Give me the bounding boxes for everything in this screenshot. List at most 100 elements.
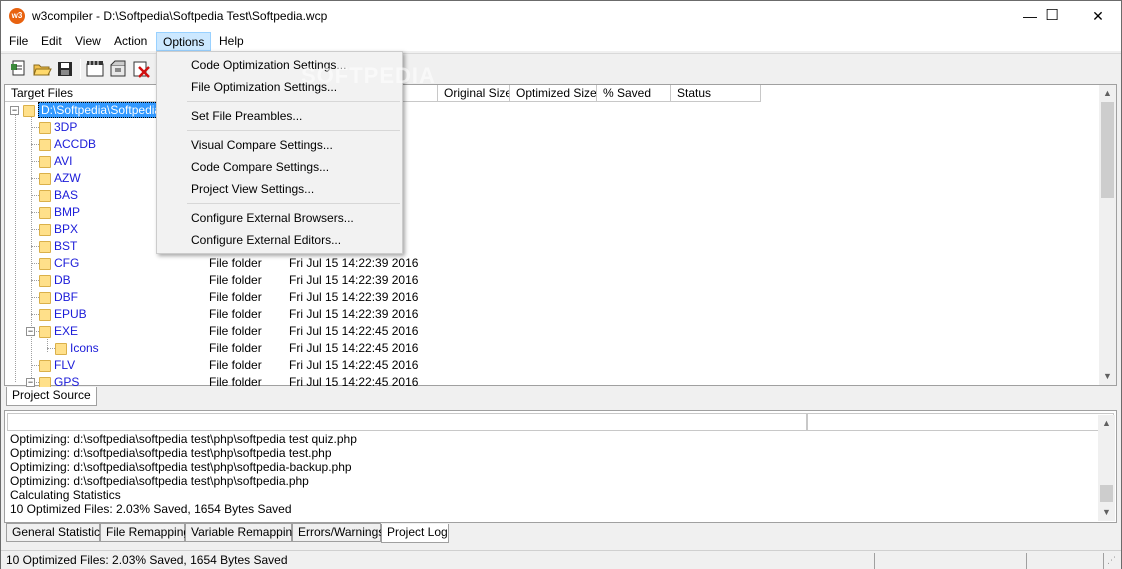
log-line: Optimizing: d:\softpedia\softpedia test\… <box>10 474 309 488</box>
column-percent-saved[interactable]: % Saved <box>597 85 671 102</box>
log-line: Calculating Statistics <box>10 488 121 502</box>
collapse-toggle[interactable]: − <box>26 378 35 387</box>
tree-item[interactable]: FLV <box>54 357 75 374</box>
tree-item-date: Fri Jul 15 14:22:39 2016 <box>289 290 419 304</box>
tree-connector <box>31 127 39 128</box>
tree-item-type: File folder <box>209 324 262 338</box>
folder-icon <box>39 360 51 372</box>
tree-item[interactable]: DB <box>54 272 71 289</box>
compile-icon[interactable] <box>84 58 106 80</box>
open-folder-icon[interactable] <box>31 58 53 80</box>
tree-item[interactable]: DBF <box>54 289 78 306</box>
menu-item-visual-compare-settings[interactable]: Visual Compare Settings... <box>159 134 400 156</box>
folder-icon <box>39 207 51 219</box>
collapse-toggle[interactable]: − <box>26 327 35 336</box>
tree-item-label: EPUB <box>54 307 87 321</box>
tree-connector <box>31 263 39 264</box>
new-project-icon[interactable] <box>8 58 30 80</box>
status-text: 10 Optimized Files: 2.03% Saved, 1654 By… <box>3 553 875 569</box>
tree-item[interactable]: CFG <box>54 255 79 272</box>
tree-connector <box>31 365 39 366</box>
menu-bar: File Edit View Action Options Help <box>1 31 1121 51</box>
collapse-root-toggle[interactable]: − <box>10 106 19 115</box>
window-title: w3compiler - D:\Softpedia\Softpedia Test… <box>32 9 328 23</box>
tree-item-label: FLV <box>54 358 76 372</box>
resize-grip-icon[interactable]: ⋰ <box>1107 555 1119 567</box>
tree-item-label: AVI <box>54 154 73 168</box>
column-original-size[interactable]: Original Size <box>438 85 510 102</box>
tree-item-date: Fri Jul 15 14:22:45 2016 <box>289 375 419 389</box>
tree-item[interactable]: ACCDB <box>54 136 96 153</box>
column-optimized-size[interactable]: Optimized Size <box>510 85 597 102</box>
tree-item[interactable]: AZW <box>54 170 81 187</box>
close-button[interactable]: ✕ <box>1075 1 1121 31</box>
tab-project-log[interactable]: Project Log <box>381 524 449 543</box>
remove-icon[interactable] <box>130 58 152 80</box>
tab-variable-remapping[interactable]: Variable Remapping <box>185 523 299 542</box>
save-icon[interactable] <box>54 58 76 80</box>
tree-connector <box>31 144 39 145</box>
menu-edit[interactable]: Edit <box>35 32 68 51</box>
tree-item[interactable]: BAS <box>54 187 78 204</box>
log-scrollbar[interactable]: ▲ ▼ <box>1098 415 1115 521</box>
title-bar[interactable]: w3 w3compiler - D:\Softpedia\Softpedia T… <box>1 1 1121 31</box>
menu-item-set-file-preambles[interactable]: Set File Preambles... <box>159 105 400 127</box>
status-bar: 10 Optimized Files: 2.03% Saved, 1654 By… <box>1 550 1121 569</box>
menu-item-configure-external-browsers[interactable]: Configure External Browsers... <box>159 207 400 229</box>
tree-item-label: BPX <box>54 222 79 236</box>
tree-item[interactable]: EPUB <box>54 306 87 323</box>
package-icon[interactable] <box>107 58 129 80</box>
scroll-up-arrow[interactable]: ▲ <box>1099 85 1116 102</box>
folder-icon <box>39 173 51 185</box>
toolbar-separator <box>80 59 81 79</box>
app-window: w3 w3compiler - D:\Softpedia\Softpedia T… <box>0 0 1122 569</box>
maximize-button[interactable]: ☐ <box>1029 1 1075 31</box>
project-log-pane[interactable]: Optimizing: d:\softpedia\softpedia test\… <box>4 410 1117 523</box>
menu-help[interactable]: Help <box>213 32 250 51</box>
tab-general-statistics[interactable]: General Statistics <box>6 523 106 542</box>
scroll-down-arrow[interactable]: ▼ <box>1099 368 1116 385</box>
tree-root[interactable]: D:\Softpedia\Softpedia <box>38 102 165 119</box>
tree-item[interactable]: AVI <box>54 153 72 170</box>
tree-root-label: D:\Softpedia\Softpedia <box>38 102 165 118</box>
tree-item-type: File folder <box>209 358 262 372</box>
menu-action[interactable]: Action <box>108 32 153 51</box>
scroll-up-arrow[interactable]: ▲ <box>1098 415 1115 432</box>
folder-icon <box>39 275 51 287</box>
tree-item[interactable]: BMP <box>54 204 80 221</box>
tree-item[interactable]: BST <box>54 238 77 255</box>
menu-item-code-compare-settings[interactable]: Code Compare Settings... <box>159 156 400 178</box>
tree-item-label: Icons <box>70 341 99 355</box>
menu-item-project-view-settings[interactable]: Project View Settings... <box>159 178 400 200</box>
tree-item-date: Fri Jul 15 14:22:39 2016 <box>289 256 419 270</box>
softpedia-watermark: SOFTPEDIA <box>301 63 436 88</box>
menu-options[interactable]: Options <box>156 32 212 51</box>
tree-connector <box>47 337 48 352</box>
folder-icon <box>39 139 51 151</box>
tree-item[interactable]: Icons <box>70 340 99 357</box>
folder-icon <box>39 122 51 134</box>
tree-item[interactable]: 3DP <box>54 119 77 136</box>
tab-file-remapping[interactable]: File Remapping <box>100 523 190 542</box>
menu-separator <box>187 203 400 204</box>
log-line: Optimizing: d:\softpedia\softpedia test\… <box>10 446 332 460</box>
log-line: Optimizing: d:\softpedia\softpedia test\… <box>10 460 352 474</box>
menu-separator <box>187 130 400 131</box>
column-status[interactable]: Status <box>671 85 761 102</box>
tree-item[interactable]: EXE <box>54 323 78 340</box>
scroll-thumb[interactable] <box>1100 485 1113 502</box>
tab-errors-warnings[interactable]: Errors/Warnings <box>292 523 384 542</box>
folder-icon <box>23 105 35 117</box>
menu-item-configure-external-editors[interactable]: Configure External Editors... <box>159 229 400 251</box>
tree-connector <box>31 229 39 230</box>
tree-item[interactable]: BPX <box>54 221 78 238</box>
menu-view[interactable]: View <box>69 32 107 51</box>
tree-scrollbar[interactable]: ▲ ▼ <box>1099 85 1116 385</box>
tree-item-type: File folder <box>209 290 262 304</box>
scroll-down-arrow[interactable]: ▼ <box>1098 504 1115 521</box>
scroll-thumb[interactable] <box>1101 102 1114 198</box>
menu-file[interactable]: File <box>3 32 34 51</box>
folder-icon <box>39 224 51 236</box>
tree-item-label: BST <box>54 239 78 253</box>
tab-project-source[interactable]: Project Source <box>6 387 97 406</box>
